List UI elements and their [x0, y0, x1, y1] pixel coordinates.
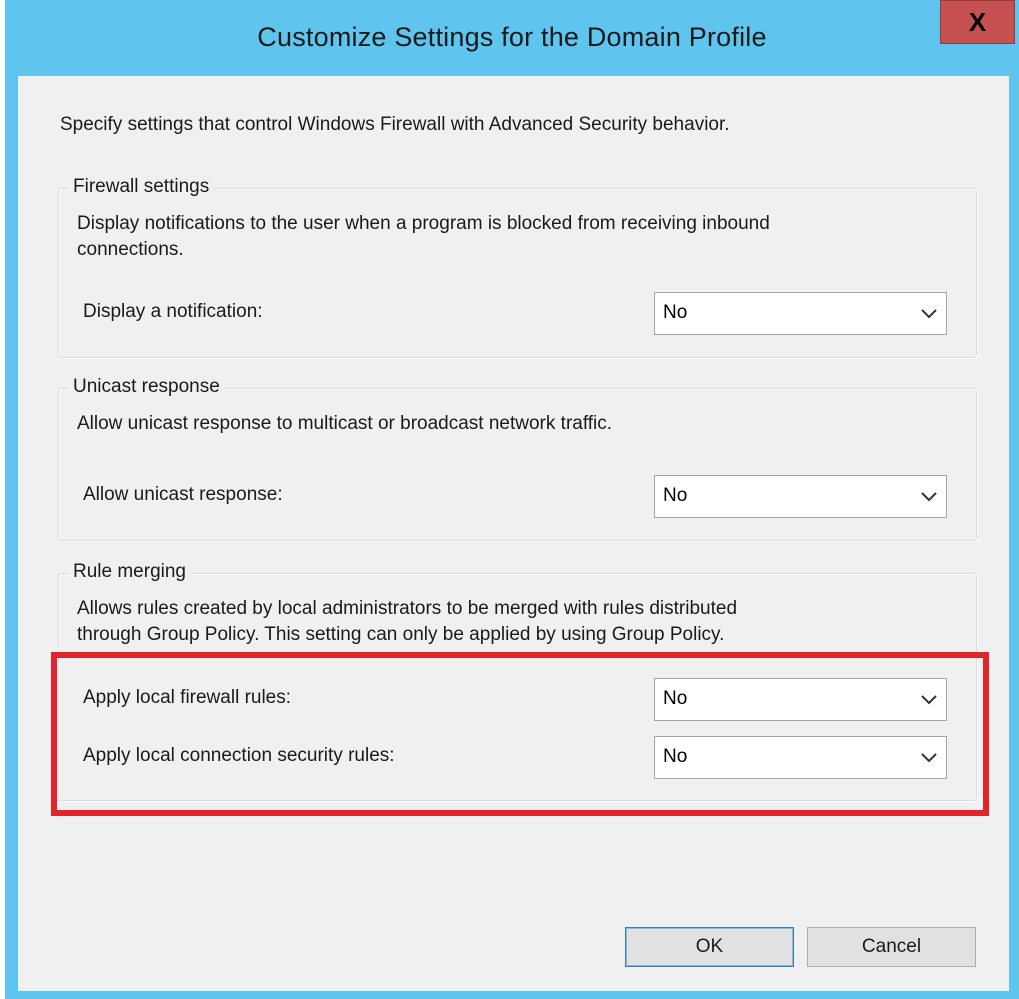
firewall-settings-legend: Firewall settings [69, 176, 214, 198]
ok-button[interactable]: OK [625, 927, 794, 967]
firewall-settings-description-line1: Display notifications to the user when a… [77, 213, 770, 234]
unicast-response-description: Allow unicast response to multicast or b… [77, 413, 613, 434]
unicast-response-legend: Unicast response [69, 376, 224, 398]
firewall-settings-description-line2: connections. [77, 239, 184, 260]
rule-merging-description-line2: through Group Policy. This setting can o… [77, 624, 725, 645]
cancel-button[interactable]: Cancel [807, 927, 976, 967]
firewall-settings-description: Display notifications to the user when a… [77, 211, 957, 263]
dialog-window: Customize Settings for the Domain Profil… [5, 0, 1019, 999]
dialog-description: Specify settings that control Windows Fi… [60, 114, 730, 135]
red-highlight-box [51, 652, 989, 816]
rule-merging-legend: Rule merging [69, 561, 190, 583]
firewall-settings-group: Firewall settings Display notifications … [58, 176, 977, 358]
allow-unicast-response-value: No [663, 485, 688, 506]
display-notification-label: Display a notification: [83, 301, 263, 322]
allow-unicast-response-dropdown[interactable]: No [654, 475, 947, 518]
rule-merging-description-line1: Allows rules created by local administra… [77, 598, 738, 619]
unicast-response-group: Unicast response Allow unicast response … [58, 376, 977, 541]
close-button[interactable]: X [940, 0, 1015, 44]
rule-merging-description: Allows rules created by local administra… [77, 596, 957, 648]
dialog-title: Customize Settings for the Domain Profil… [257, 22, 767, 52]
allow-unicast-response-label: Allow unicast response: [83, 484, 283, 505]
dialog-client-area: Specify settings that control Windows Fi… [18, 76, 1009, 991]
display-notification-value: No [663, 302, 688, 323]
display-notification-dropdown[interactable]: No [654, 292, 947, 335]
chevron-down-icon [921, 492, 937, 502]
chevron-down-icon [921, 309, 937, 319]
